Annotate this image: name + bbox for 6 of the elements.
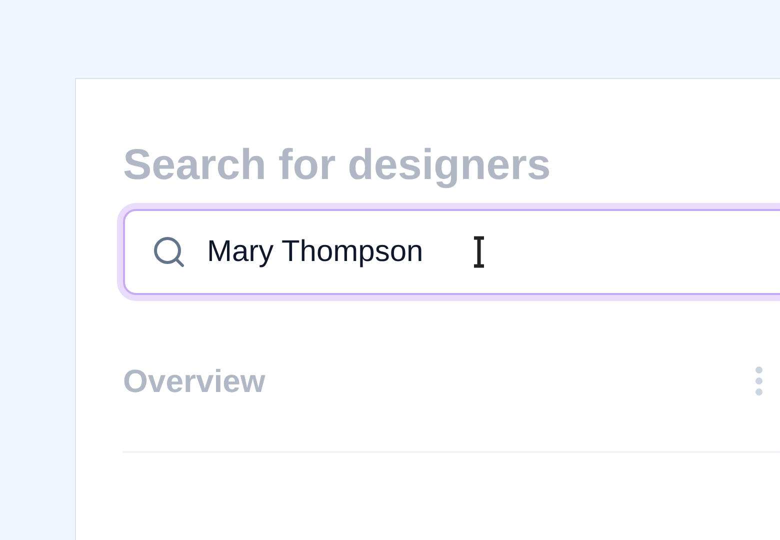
- search-field[interactable]: Mary Thompson: [123, 209, 780, 295]
- section-title: Overview: [123, 362, 266, 401]
- more-options-icon[interactable]: [755, 366, 763, 396]
- text-cursor-icon: [471, 235, 487, 269]
- page-title: Search for designers: [123, 140, 552, 191]
- search-icon: [151, 234, 187, 270]
